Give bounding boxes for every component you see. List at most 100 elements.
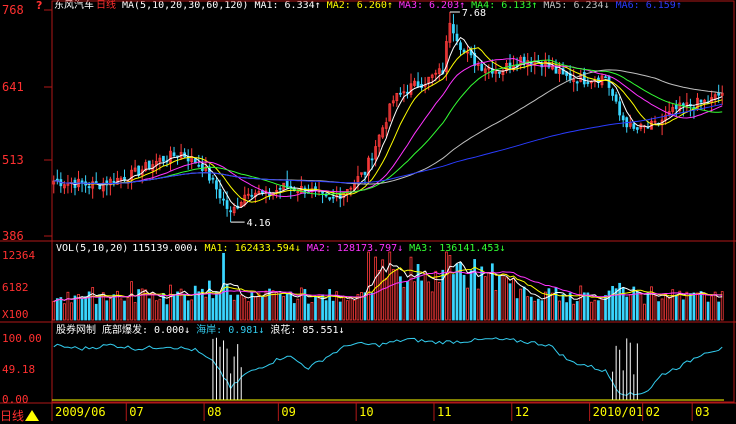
moving-averages (53, 36, 723, 209)
volume-bar (409, 256, 413, 321)
volume-bar (611, 285, 614, 321)
volume-bar (593, 299, 597, 321)
volume-bar (664, 293, 668, 321)
price-tick-label: 386 (2, 229, 24, 243)
volume-bar (271, 290, 275, 321)
volume-bar (140, 288, 144, 321)
volume-bar (353, 299, 356, 321)
volume-bar (512, 278, 515, 321)
candle-body (370, 158, 374, 161)
candle-body (222, 198, 225, 201)
candle-body (338, 193, 342, 199)
question-icon[interactable]: ? (36, 0, 46, 12)
volume-bar (399, 276, 402, 321)
volume-bar (519, 288, 523, 321)
haian-line (53, 337, 723, 396)
volume-bar (540, 300, 544, 321)
volume-bar (522, 286, 526, 321)
volume-bar (551, 292, 554, 321)
volume-bar (632, 286, 636, 321)
volume-bar (533, 300, 537, 321)
volume-bar (536, 298, 540, 321)
volume-bar (395, 269, 399, 321)
volume-tick-label: 6182 (2, 281, 29, 294)
volume-bar (296, 298, 300, 321)
volume-bar (462, 274, 466, 321)
candle-body (604, 76, 607, 79)
candle-body (462, 49, 466, 53)
volume-bar (706, 301, 710, 321)
volume-bar (614, 288, 618, 321)
date-label: 2010/01 (593, 405, 644, 419)
candle-body (197, 164, 201, 167)
candle-body (416, 81, 420, 87)
volume-bar (119, 298, 123, 321)
ma-line-ma4 (53, 59, 723, 196)
candle-body (399, 92, 402, 95)
volume-bar (444, 251, 448, 321)
volume-bar (547, 288, 551, 321)
volume-bar (314, 296, 317, 321)
triangle-up-icon (25, 410, 40, 421)
volume-bar (720, 291, 724, 321)
volume-bar (176, 291, 179, 321)
volume-bar (63, 303, 66, 321)
volume-bar (430, 291, 434, 321)
volume-bar (529, 296, 533, 321)
volume-bar (165, 304, 169, 321)
volume-bar (657, 301, 660, 321)
candle-body (699, 99, 703, 103)
volume-bar (487, 272, 491, 321)
date-label: 12 (515, 405, 529, 419)
volume-bar (147, 298, 151, 321)
volume-bar (55, 298, 59, 321)
date-label: 09 (281, 405, 295, 419)
volume-bar (257, 292, 261, 321)
candle-body (321, 191, 324, 194)
volume-bar (126, 296, 130, 321)
volume-bar (342, 296, 346, 321)
candle-body (331, 196, 335, 199)
date-label: 07 (129, 405, 143, 419)
volume-bar (685, 291, 689, 321)
volume-bar (278, 293, 282, 321)
volume-bar (565, 302, 568, 321)
volume-bar (222, 252, 225, 321)
candle-body (278, 187, 282, 190)
volume-bar (498, 274, 501, 321)
volume-bar (123, 300, 126, 321)
volume-bar (597, 300, 600, 321)
volume-bar (427, 281, 431, 321)
high-label: 7.68 (462, 8, 486, 19)
volume-bar (561, 294, 565, 321)
volume-bar (671, 289, 675, 321)
candle-body (674, 105, 678, 110)
volume-bar (589, 301, 593, 321)
volume-bar (689, 293, 692, 321)
volume-bar (544, 291, 547, 321)
volume-bar (572, 303, 576, 321)
date-label: 11 (437, 405, 451, 419)
price-tick-label: 641 (2, 80, 24, 94)
volume-bar (582, 292, 586, 321)
volume-bar (261, 296, 264, 321)
volume-bar (133, 302, 137, 321)
volume-bar (494, 290, 498, 321)
volume-bar (112, 294, 116, 321)
volume-bar (579, 285, 583, 321)
volume-bar (515, 298, 519, 321)
volume-bar (208, 280, 211, 321)
volume-bar (215, 291, 218, 321)
volume-bar (338, 301, 342, 321)
volume-bar (420, 280, 423, 321)
volume-bar (345, 300, 349, 321)
volume-bar (635, 291, 639, 321)
volume-bar (232, 299, 236, 321)
kline-chart[interactable]: 768641513386123646182X100100.0049.180.00… (0, 0, 736, 421)
volume-bar (310, 302, 314, 321)
volume-bar (466, 287, 469, 321)
period-button[interactable]: 日线 (0, 405, 40, 423)
candle-body (200, 163, 204, 171)
volume-bar (717, 301, 721, 321)
volume-bar (285, 293, 289, 321)
